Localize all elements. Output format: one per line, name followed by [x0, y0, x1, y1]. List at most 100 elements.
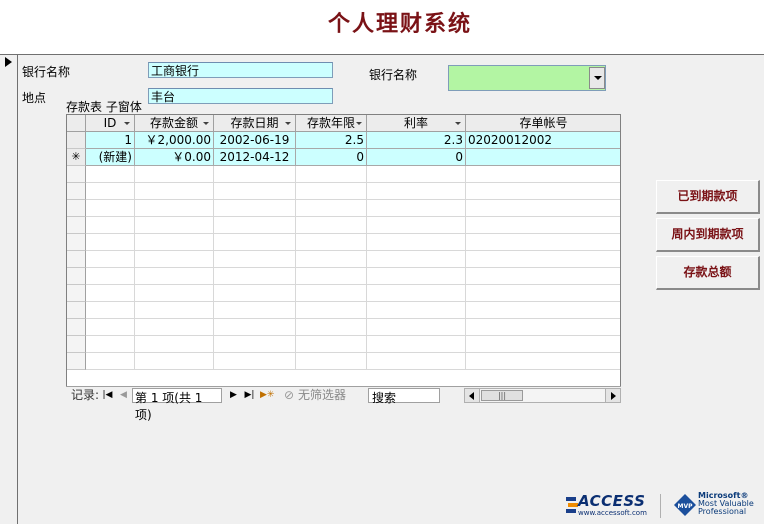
empty-cell [86, 336, 135, 353]
empty-cell [296, 336, 367, 353]
page-title: 个人理财系统 [327, 11, 472, 37]
cell-years[interactable]: 2.5 [296, 132, 367, 149]
cell-amount[interactable]: ￥2,000.00 [135, 132, 214, 149]
location-field[interactable]: 丰台 [148, 88, 333, 104]
sort-dropdown-icon[interactable] [285, 122, 291, 125]
empty-cell [135, 200, 214, 217]
empty-cell [214, 200, 296, 217]
empty-cell [466, 285, 620, 302]
row-selector [67, 234, 86, 251]
row-selector [67, 285, 86, 302]
cell-amount[interactable]: ￥0.00 [135, 149, 214, 166]
deposit-total-button[interactable]: 存款总额 [656, 256, 760, 290]
bank-combo-box[interactable] [448, 65, 606, 91]
column-header-date[interactable]: 存款日期 [214, 115, 296, 132]
select-all-corner[interactable] [67, 115, 86, 132]
record-selector-bar[interactable] [0, 55, 18, 524]
mvp-badge-icon: MVP [674, 494, 696, 516]
empty-cell [296, 353, 367, 370]
cell-rate[interactable]: 0 [367, 149, 466, 166]
column-header-rate[interactable]: 利率 [367, 115, 466, 132]
empty-cell [466, 217, 620, 234]
chevron-down-icon[interactable] [589, 67, 605, 89]
empty-cell [86, 234, 135, 251]
scroll-left-icon[interactable] [465, 389, 480, 402]
new-record-nav-icon[interactable]: ▶✳ [260, 389, 274, 402]
empty-cell [214, 251, 296, 268]
filter-status[interactable]: 无筛选器 [298, 388, 346, 403]
empty-cell [296, 251, 367, 268]
cell-rate[interactable]: 2.3 [367, 132, 466, 149]
empty-cell [466, 166, 620, 183]
row-selector [67, 251, 86, 268]
due-this-week-button[interactable]: 周内到期款项 [656, 218, 760, 252]
column-header-amount[interactable]: 存款金额 [135, 115, 214, 132]
empty-cell [135, 251, 214, 268]
empty-cell [296, 217, 367, 234]
empty-cell [367, 183, 466, 200]
empty-cell [86, 183, 135, 200]
empty-cell [86, 285, 135, 302]
empty-cell [296, 183, 367, 200]
empty-cell [86, 319, 135, 336]
empty-cell [466, 336, 620, 353]
access-logo-text: ACCESS [578, 492, 646, 510]
cell-date[interactable]: 2002-06-19 [214, 132, 296, 149]
bank-name-field[interactable]: 工商银行 [148, 62, 333, 78]
svg-text:MVP: MVP [677, 503, 693, 510]
row-selector [67, 302, 86, 319]
cell-years[interactable]: 0 [296, 149, 367, 166]
column-header-label: 存款金额 [149, 116, 198, 130]
new-record-icon[interactable]: ✳ [67, 149, 86, 166]
row-selector [67, 217, 86, 234]
bank-name-label: 银行名称 [22, 65, 71, 79]
empty-cell [214, 234, 296, 251]
current-record-field[interactable]: 第 1 项(共 1 项) [132, 388, 222, 422]
empty-cell [86, 353, 135, 370]
row-selector[interactable] [67, 132, 86, 149]
cell-date[interactable]: 2012-04-12 [214, 149, 296, 166]
logo-divider [660, 494, 661, 518]
empty-cell [214, 336, 296, 353]
sort-dropdown-icon[interactable] [203, 122, 209, 125]
column-header-label: ID [103, 116, 117, 130]
empty-cell [135, 268, 214, 285]
cell-account[interactable] [466, 149, 620, 166]
record-navigation-bar: 记录: |◀ ◀ 第 1 项(共 1 项) ▶ ▶| ▶✳ ⊘ 无筛选器 搜索 … [66, 386, 621, 422]
empty-cell [214, 166, 296, 183]
sort-dropdown-icon[interactable] [124, 122, 130, 125]
column-header-id[interactable]: ID [86, 115, 135, 132]
empty-cell [296, 302, 367, 319]
empty-cell [466, 353, 620, 370]
search-input[interactable]: 搜索 [368, 388, 440, 405]
column-header-years[interactable]: 存款年限 [296, 115, 367, 132]
last-record-icon[interactable]: ▶| [244, 389, 255, 402]
first-record-icon[interactable]: |◀ [102, 389, 113, 402]
empty-cell [214, 353, 296, 370]
empty-cell [135, 336, 214, 353]
deposit-datasheet[interactable]: ID 存款金额 存款日期 存款年限 利率 存单帐号 1 ￥2,000.00 20… [66, 114, 621, 404]
empty-cell [86, 200, 135, 217]
cell-id[interactable]: 1 [86, 132, 135, 149]
empty-cell [86, 217, 135, 234]
cell-id[interactable]: (新建) [86, 149, 135, 166]
mvp-line-3: Professional [698, 507, 747, 516]
empty-cell [466, 251, 620, 268]
cell-account[interactable]: 02020012002 [466, 132, 620, 149]
column-header-account[interactable]: 存单帐号 [466, 115, 620, 132]
empty-cell [367, 251, 466, 268]
empty-cell [86, 268, 135, 285]
due-items-button[interactable]: 已到期款项 [656, 180, 760, 214]
filter-icon: ⊘ [284, 388, 295, 402]
sort-dropdown-icon[interactable] [356, 122, 362, 125]
previous-record-icon[interactable]: ◀ [118, 389, 129, 402]
empty-cell [214, 183, 296, 200]
access-logo-url: www.accessoft.com [578, 509, 647, 517]
scroll-thumb[interactable]: ||| [481, 390, 523, 401]
horizontal-scrollbar[interactable]: ||| [464, 388, 621, 403]
empty-cell [296, 268, 367, 285]
sort-dropdown-icon[interactable] [455, 122, 461, 125]
scroll-right-icon[interactable] [605, 389, 620, 402]
row-selector [67, 200, 86, 217]
next-record-icon[interactable]: ▶ [228, 389, 239, 402]
